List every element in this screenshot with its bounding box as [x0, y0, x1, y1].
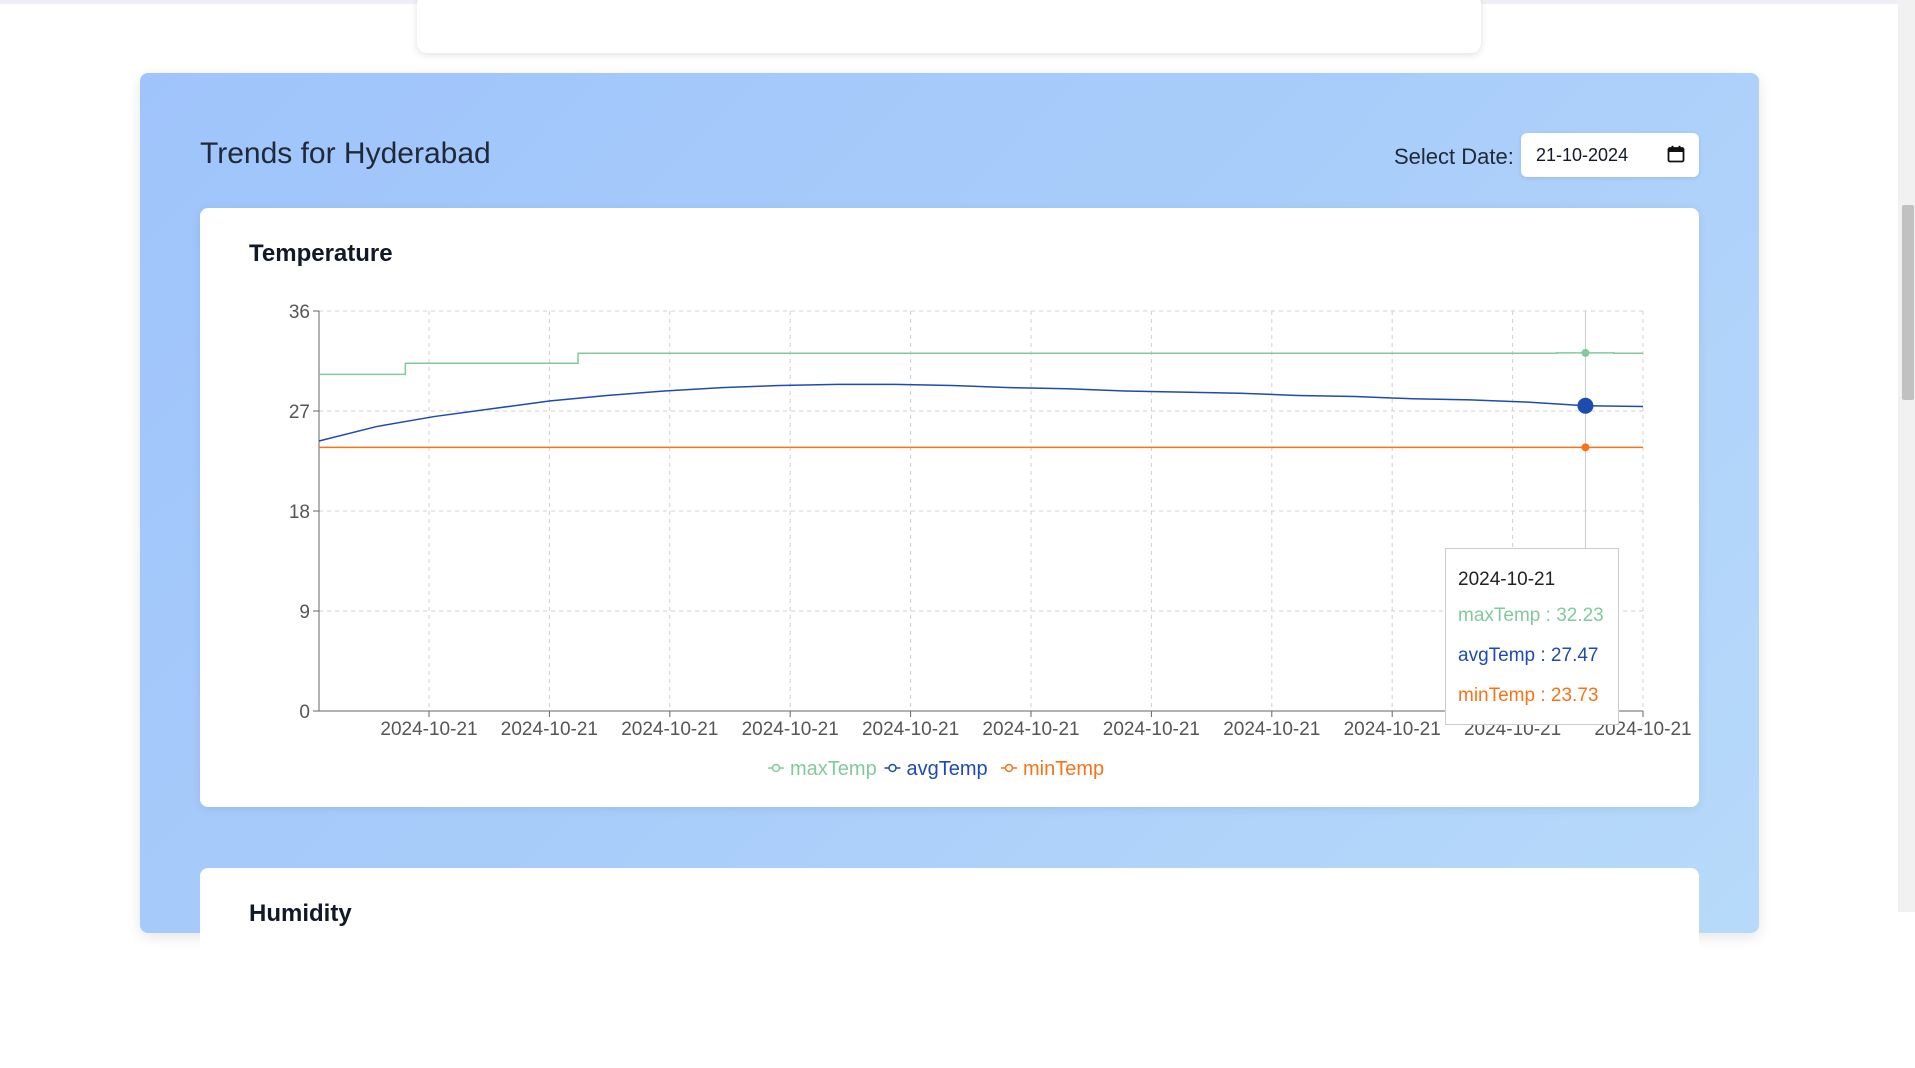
legend-marker: [1004, 763, 1014, 773]
humidity-title: Humidity: [249, 900, 352, 927]
y-tick-label: 27: [289, 402, 310, 423]
y-tick-label: 36: [289, 302, 310, 323]
series-line-maxTemp: [319, 352, 1643, 376]
active-dot-maxTemp: [1581, 348, 1590, 357]
y-tick-label: 9: [299, 602, 310, 623]
date-input[interactable]: 21-10-2024: [1521, 133, 1699, 177]
calendar-icon[interactable]: [1667, 145, 1685, 163]
x-tick-label: 2024-10-21: [501, 719, 598, 740]
legend-marker: [888, 763, 897, 773]
x-tick-label: 2024-10-21: [982, 719, 1079, 740]
active-dot-avgTemp: [1577, 397, 1594, 414]
legend-marker: [771, 763, 781, 773]
legend-item-minTemp: minTemp: [1023, 758, 1104, 780]
x-tick-label: 2024-10-21: [742, 719, 839, 740]
scrollbar-track[interactable]: [1898, 0, 1915, 912]
y-tick-label: 0: [299, 702, 310, 723]
tooltip-avg: avgTemp : 27.47: [1458, 645, 1599, 666]
x-tick-label: 2024-10-21: [380, 719, 477, 740]
y-tick-label: 18: [289, 502, 310, 523]
humidity-chart-card: Humidity: [200, 868, 1699, 1068]
temperature-chart-card: Temperature 0 9 18 27 36 2024-10-21 2024-10-21…: [200, 208, 1699, 807]
trends-title: Trends for Hyderabad: [200, 137, 491, 170]
series-line-avgTemp: [318, 383, 1644, 442]
previous-card: [417, 0, 1481, 53]
select-date-label: Select Date:: [1394, 144, 1514, 169]
active-dot-minTemp: [1581, 443, 1590, 452]
x-tick-label: 2024-10-21: [1223, 719, 1320, 740]
tooltip-min: minTemp : 23.73: [1458, 685, 1599, 706]
x-tick-label: 2024-10-21: [862, 719, 959, 740]
legend-item-avgTemp: avgTemp: [907, 758, 988, 780]
chart-tooltip: 2024-10-21 maxTemp : 32.23 avgTemp : 27.…: [1445, 548, 1619, 725]
x-tick-label: 2024-10-21: [1344, 719, 1441, 740]
trends-panel: Trends for Hyderabad Select Date: 21-10-…: [140, 73, 1759, 1068]
tooltip-label: 2024-10-21: [1458, 569, 1556, 590]
x-tick-label: 2024-10-21: [1103, 719, 1200, 740]
scrollbar-thumb[interactable]: [1902, 205, 1914, 400]
tooltip-max: maxTemp : 32.23: [1458, 605, 1604, 626]
legend-item-maxTemp: maxTemp: [790, 758, 877, 780]
date-value: 21-10-2024: [1536, 145, 1629, 165]
x-tick-label: 2024-10-21: [621, 719, 718, 740]
